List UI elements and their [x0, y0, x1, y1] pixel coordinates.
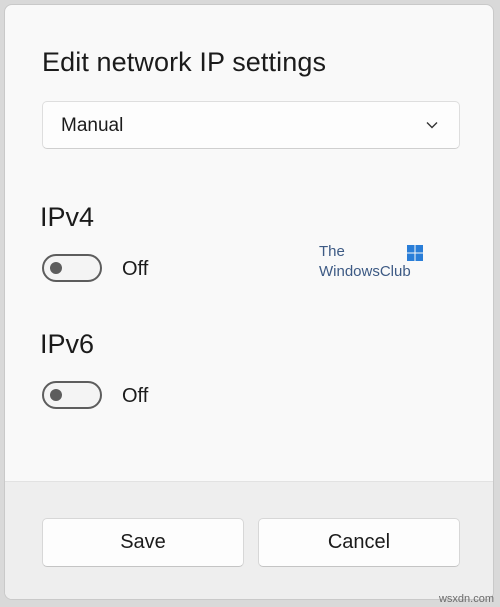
ipv6-label: IPv6 — [40, 329, 95, 359]
watermark-line1: The — [319, 243, 345, 260]
ip-assignment-dropdown[interactable]: Manual — [42, 101, 460, 149]
toggle-knob — [50, 389, 62, 401]
watermark-line2: WindowsClub — [319, 263, 411, 280]
dialog-title: Edit network IP settings — [42, 47, 327, 77]
site-watermark: wsxdn.com — [438, 593, 494, 605]
cancel-button[interactable]: Cancel — [258, 518, 460, 567]
toggle-knob — [50, 262, 62, 274]
edit-ip-settings-dialog: Edit network IP settings Manual IPv4 Off… — [4, 4, 494, 600]
ipv4-toggle[interactable] — [42, 254, 102, 282]
ipv4-label: IPv4 — [40, 202, 95, 232]
ipv4-toggle-state: Off — [122, 258, 149, 280]
ipv6-toggle[interactable] — [42, 381, 102, 409]
chevron-down-icon — [426, 122, 438, 129]
windows-logo-icon — [407, 245, 423, 261]
ipv6-toggle-state: Off — [122, 385, 149, 407]
save-button[interactable]: Save — [42, 518, 244, 567]
watermark: The WindowsClub — [319, 243, 429, 287]
dropdown-selected-value: Manual — [61, 115, 124, 136]
